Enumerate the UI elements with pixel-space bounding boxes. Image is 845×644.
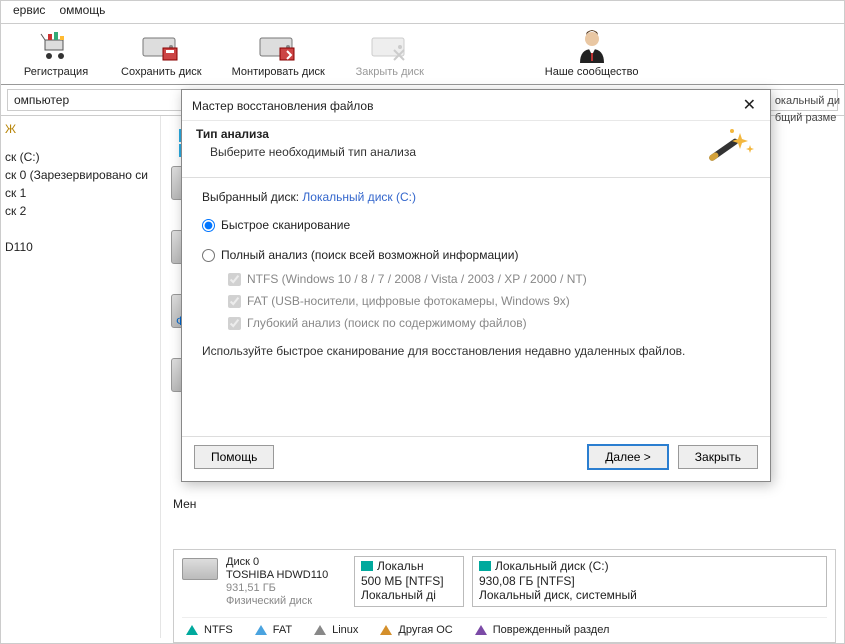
legend-fat: FAT xyxy=(255,624,292,636)
disk-close-icon xyxy=(370,28,410,64)
tree-item[interactable]: ск 2 xyxy=(1,202,160,220)
checkbox-label: NTFS (Windows 10 / 8 / 7 / 2008 / Vista … xyxy=(247,272,587,286)
dialog-title: Мастер восстановления файлов xyxy=(192,99,373,113)
tool-register[interactable]: Регистрация xyxy=(21,28,91,78)
check-deep: Глубокий анализ (поиск по содержимому фа… xyxy=(228,316,750,330)
menu-bar: ервис оммощь xyxy=(1,1,844,24)
disk-save-icon xyxy=(141,28,181,64)
checkbox-input xyxy=(228,317,241,330)
person-icon xyxy=(572,28,612,64)
wand-icon xyxy=(704,127,756,167)
checkbox-input xyxy=(228,295,241,308)
partition-block[interactable]: Локальн 500 МБ [NTFS] Локальный ді xyxy=(354,556,464,607)
tool-label: Закрыть диск xyxy=(356,66,424,78)
tool-label: Регистрация xyxy=(24,66,88,78)
tool-close-disk: Закрыть диск xyxy=(355,28,425,78)
triangle-icon xyxy=(255,625,267,635)
next-button[interactable]: Далее > xyxy=(588,445,668,469)
partition-name: Локальн xyxy=(377,559,424,573)
tool-mount-disk[interactable]: Монтировать диск xyxy=(232,28,325,78)
partition-desc: Локальный ді xyxy=(361,588,457,602)
toolbar: Регистрация Сохранить диск Монтировать д… xyxy=(1,24,844,85)
checkbox-label: FAT (USB-носители, цифровые фотокамеры, … xyxy=(247,294,570,308)
selected-disk-value: Локальный диск (C:) xyxy=(302,190,416,204)
menu-service[interactable]: ервис xyxy=(7,1,51,19)
disk-size: 931,51 ГБ xyxy=(226,582,346,594)
triangle-icon xyxy=(314,625,326,635)
help-button[interactable]: Помощь xyxy=(194,445,274,469)
disk-model: TOSHIBA HDWD110 xyxy=(226,569,346,581)
partition-block[interactable]: Локальный диск (C:) 930,08 ГБ [NTFS] Лок… xyxy=(472,556,827,607)
tool-community[interactable]: Наше сообщество xyxy=(545,28,639,78)
right-panel-fragment: окальный ди бщий разме xyxy=(775,93,840,126)
tree-root[interactable]: Ж xyxy=(1,120,160,138)
disk-type: Физический диск xyxy=(226,595,346,607)
check-ntfs: NTFS (Windows 10 / 8 / 7 / 2008 / Vista … xyxy=(228,272,750,286)
tool-label: Монтировать диск xyxy=(232,66,325,78)
triangle-icon xyxy=(475,625,487,635)
partition-size: 500 МБ [NTFS] xyxy=(361,574,457,588)
wizard-dialog: Мастер восстановления файлов ✕ Тип анали… xyxy=(181,89,771,482)
swatch-icon xyxy=(479,561,491,571)
radio-input[interactable] xyxy=(202,249,215,262)
tree-item[interactable]: ск 0 (Зарезервировано си xyxy=(1,166,160,184)
tool-label: Наше сообщество xyxy=(545,66,639,78)
checkbox-label: Глубокий анализ (поиск по содержимому фа… xyxy=(247,316,527,330)
disk-info: Диск 0 TOSHIBA HDWD110 931,51 ГБ Физичес… xyxy=(226,556,346,607)
radio-fast-scan[interactable]: Быстрое сканирование xyxy=(202,218,750,232)
triangle-icon xyxy=(186,625,198,635)
legend-ntfs: NTFS xyxy=(186,624,233,636)
partition-name: Локальный диск (C:) xyxy=(495,559,609,573)
legend-linux: Linux xyxy=(314,624,358,636)
radio-label: Быстрое сканирование xyxy=(221,218,350,232)
bottom-menu-fragment[interactable]: Мен xyxy=(173,497,196,511)
menu-help[interactable]: оммощь xyxy=(53,1,111,19)
section-subtitle: Выберите необходимый тип анализа xyxy=(196,145,416,159)
swatch-icon xyxy=(361,561,373,571)
radio-label: Полный анализ (поиск всей возможной инфо… xyxy=(221,248,518,262)
tree-item[interactable]: D110 xyxy=(1,238,160,256)
triangle-icon xyxy=(380,625,392,635)
disk-model: Диск 0 xyxy=(226,556,346,568)
tree-item[interactable]: ск 1 xyxy=(1,184,160,202)
disk-layout-footer: Диск 0 TOSHIBA HDWD110 931,51 ГБ Физичес… xyxy=(173,549,836,643)
partition-size: 930,08 ГБ [NTFS] xyxy=(479,574,820,588)
check-fat: FAT (USB-носители, цифровые фотокамеры, … xyxy=(228,294,750,308)
disk-mount-icon xyxy=(258,28,298,64)
legend: NTFS FAT Linux Другая ОС Поврежденный ра… xyxy=(182,617,827,640)
partition-desc: Локальный диск, системный xyxy=(479,588,820,602)
checkbox-input xyxy=(228,273,241,286)
cart-icon xyxy=(36,28,76,64)
close-icon[interactable]: ✕ xyxy=(739,98,760,114)
section-title: Тип анализа xyxy=(196,127,416,141)
hint-text: Используйте быстрое сканирование для вос… xyxy=(202,344,750,358)
radio-input[interactable] xyxy=(202,219,215,232)
radio-full-scan[interactable]: Полный анализ (поиск всей возможной инфо… xyxy=(202,248,750,262)
dialog-titlebar: Мастер восстановления файлов ✕ xyxy=(182,90,770,121)
tool-label: Сохранить диск xyxy=(121,66,202,78)
legend-damaged: Поврежденный раздел xyxy=(475,624,610,636)
hdd-icon xyxy=(182,558,218,580)
tool-save-disk[interactable]: Сохранить диск xyxy=(121,28,202,78)
legend-other: Другая ОС xyxy=(380,624,452,636)
selected-disk: Выбранный диск: Локальный диск (C:) xyxy=(202,190,750,204)
sidebar: Ж ск (C:) ск 0 (Зарезервировано си ск 1 … xyxy=(1,116,161,638)
tree-item[interactable]: ск (C:) xyxy=(1,148,160,166)
close-button[interactable]: Закрыть xyxy=(678,445,758,469)
